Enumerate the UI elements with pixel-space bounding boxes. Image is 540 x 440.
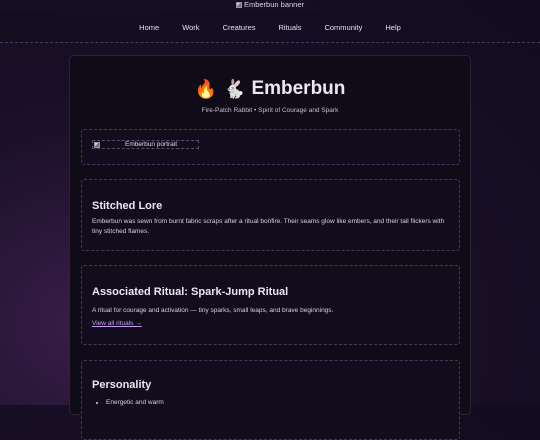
broken-image-icon — [235, 1, 242, 8]
view-all-rituals-link[interactable]: View all rituals → — [92, 320, 142, 327]
site-banner: Emberbun banner — [0, 0, 540, 12]
top-navigation: Home Work Creatures Rituals Community He… — [0, 12, 540, 43]
nav-item-help[interactable]: Help — [385, 23, 400, 32]
page-title: 🔥 🐇 Emberbun — [70, 78, 470, 100]
broken-image-icon — [94, 141, 100, 148]
nav-item-work[interactable]: Work — [182, 23, 199, 32]
ritual-section: Associated Ritual: Spark-Jump Ritual A r… — [81, 265, 460, 345]
fire-icon: 🔥 — [194, 79, 218, 99]
personality-section: Personality Energetic and warm — [81, 360, 460, 440]
banner-alt-text: Emberbun banner — [243, 0, 305, 9]
personality-heading: Personality — [92, 379, 152, 391]
nav-item-creatures[interactable]: Creatures — [223, 23, 256, 32]
ritual-heading: Associated Ritual: Spark-Jump Ritual — [92, 286, 289, 298]
rabbit-icon: 🐇 — [223, 79, 246, 99]
lore-section: Stitched Lore Emberbun was sewn from bur… — [81, 179, 460, 251]
lore-heading: Stitched Lore — [92, 200, 163, 212]
portrait-section: Emberbun portrait — [81, 129, 460, 165]
nav-item-rituals[interactable]: Rituals — [279, 23, 302, 32]
lore-text: Emberbun was sewn from burnt fabric scra… — [92, 218, 445, 235]
creature-subtitle: Fire-Patch Rabbit • Spirit of Courage an… — [201, 107, 339, 114]
portrait-alt-text: Emberbun portrait — [125, 141, 178, 148]
portrait-image: Emberbun portrait — [92, 140, 199, 149]
nav-item-home[interactable]: Home — [139, 23, 159, 32]
nav-item-community[interactable]: Community — [324, 23, 362, 32]
creature-card: 🔥 🐇 Emberbun Fire-Patch Rabbit • Spirit … — [69, 55, 471, 440]
creature-name: Emberbun — [251, 78, 346, 99]
ritual-text: A ritual for courage and activation — ti… — [92, 307, 334, 314]
